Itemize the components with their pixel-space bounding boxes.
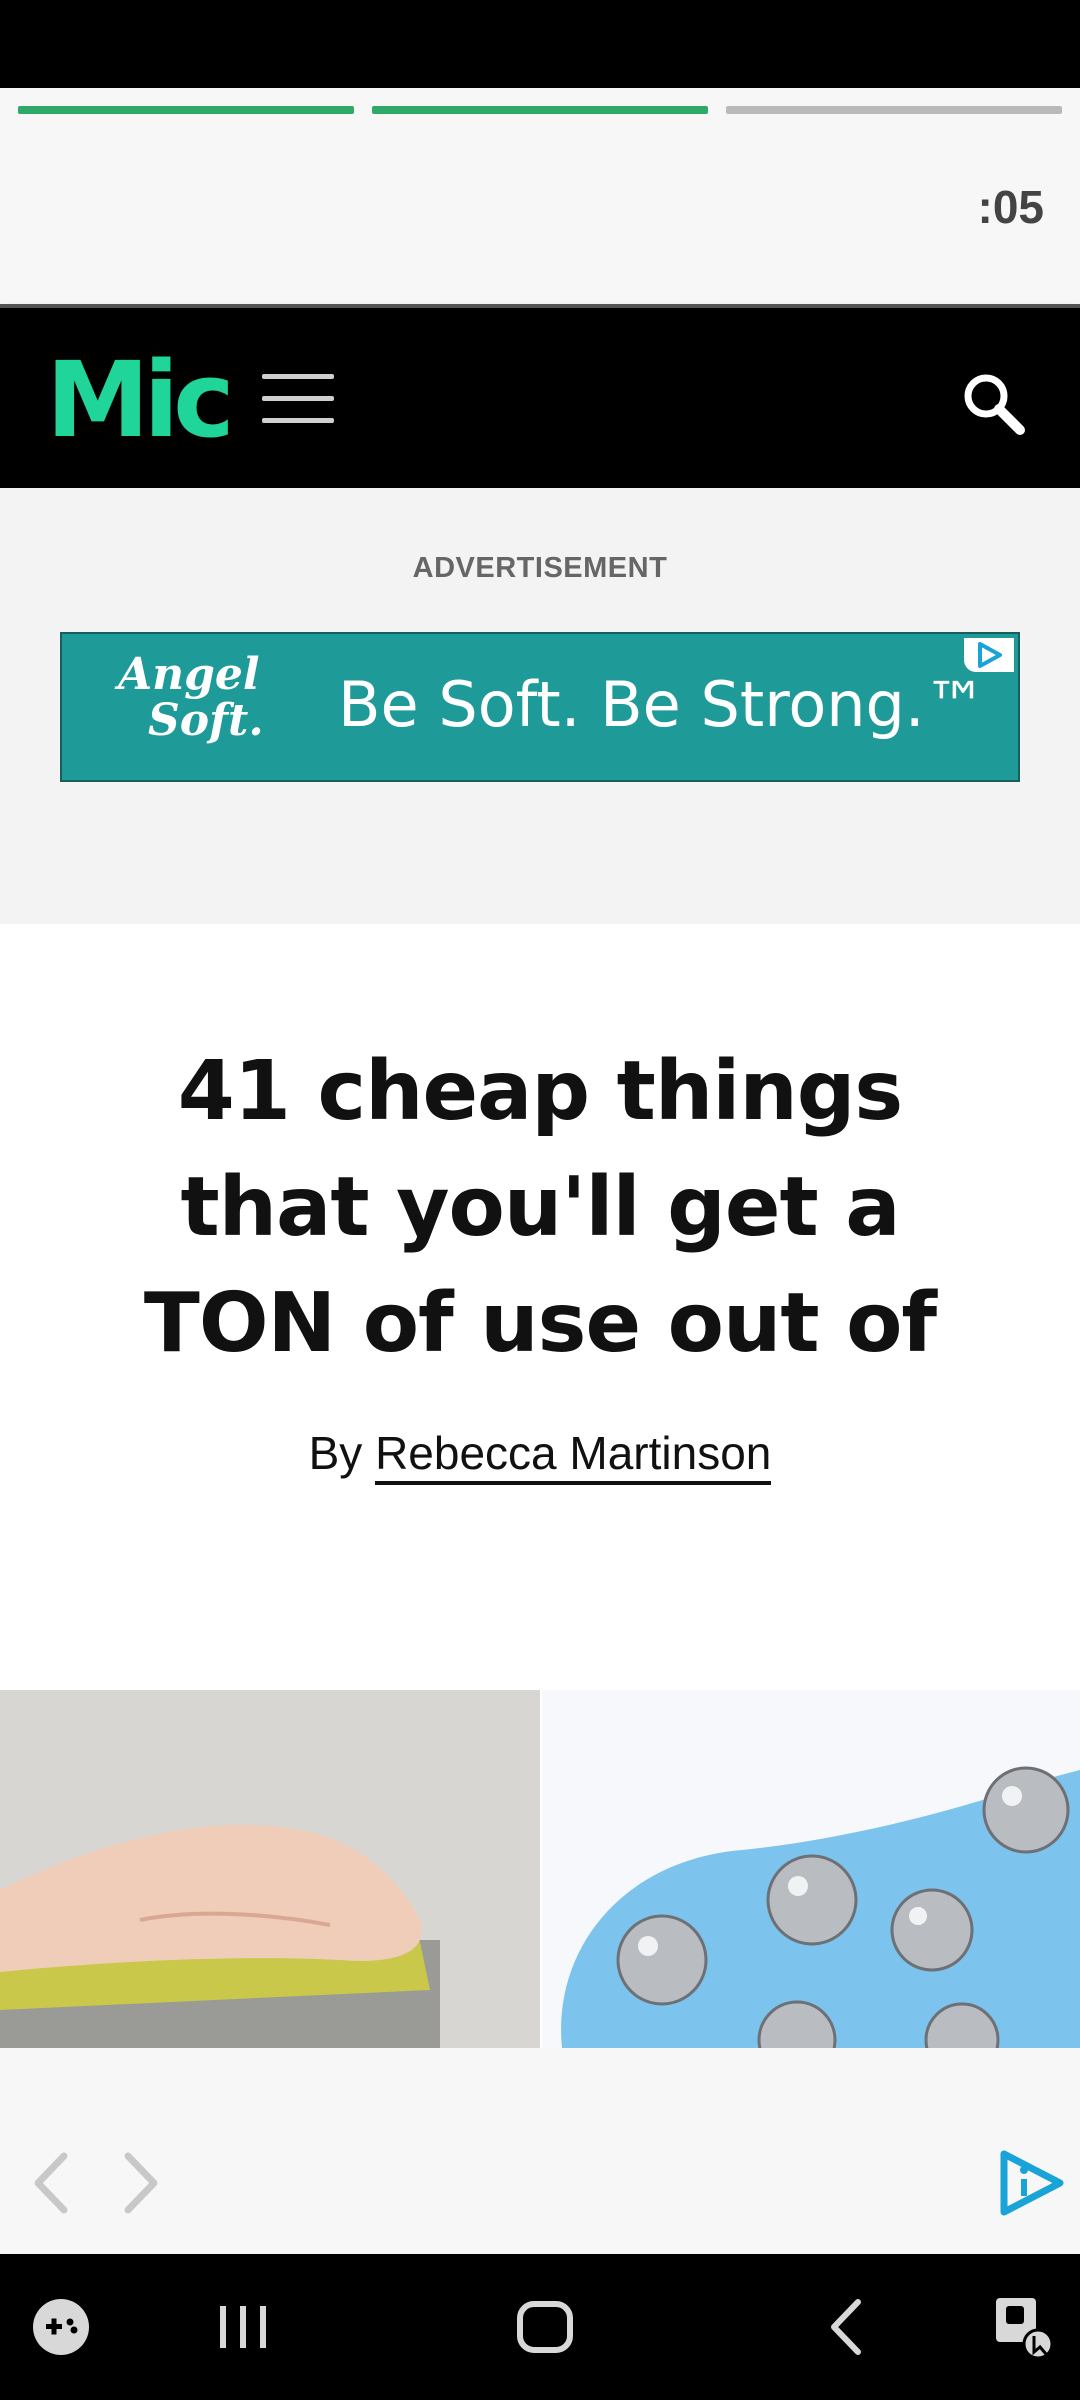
ad-brand-logo: Angel Soft. (118, 649, 264, 746)
progress-segment (372, 106, 708, 114)
mic-logo[interactable]: Mic (46, 348, 235, 452)
system-navigation-bar (0, 2254, 1080, 2400)
ad-label: ADVERTISEMENT (412, 552, 668, 584)
story-controls (0, 2048, 1080, 2254)
search-icon[interactable] (960, 370, 1026, 436)
recents-icon[interactable] (208, 2292, 278, 2362)
ad-slogan: Be Soft. Be Strong.™ (338, 668, 987, 741)
progress-segment (18, 106, 354, 114)
article-headline: 41 cheap things that you'll get a TON of… (143, 1044, 937, 1371)
author-link[interactable]: Rebecca Martinson (375, 1427, 772, 1485)
chevron-left-icon[interactable] (22, 2148, 82, 2218)
hamburger-icon[interactable] (262, 374, 334, 426)
countdown-timer: :05 (977, 181, 1044, 233)
info-play-icon[interactable] (996, 2148, 1066, 2218)
site-header: Mic (0, 308, 1080, 488)
article-images (0, 1690, 1080, 2048)
story-progress (18, 106, 1062, 116)
product-image-cleaning-pad[interactable] (0, 1690, 540, 2048)
byline-prefix: By (308, 1427, 363, 1479)
byline: By Rebecca Martinson (0, 1426, 1080, 1485)
product-image-massager[interactable] (542, 1690, 1080, 2048)
accessibility-icon[interactable] (990, 2292, 1060, 2362)
chevron-right-icon[interactable] (110, 2148, 170, 2218)
progress-segment (726, 106, 1062, 114)
home-icon[interactable] (510, 2292, 580, 2362)
ad-section: ADVERTISEMENT Angel Soft. Be Soft. Be St… (0, 488, 1080, 924)
status-bar (0, 0, 1080, 88)
back-icon[interactable] (812, 2292, 882, 2362)
game-launcher-icon[interactable] (26, 2292, 96, 2362)
adchoices-icon[interactable] (964, 638, 1014, 672)
ad-banner[interactable]: Angel Soft. Be Soft. Be Strong.™ (60, 632, 1020, 782)
article: 41 cheap things that you'll get a TON of… (0, 924, 1080, 1690)
